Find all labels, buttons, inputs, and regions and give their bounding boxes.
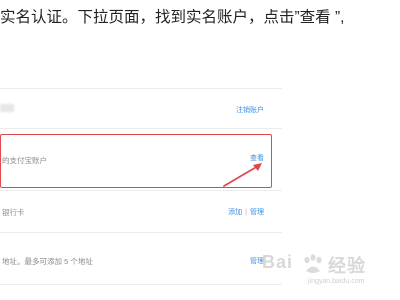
- account-settings-panel: 注销账户 的支付宝账户 查看 银行卡 添加 | 管理 地址。最多可添加 5 个地址 …: [0, 88, 290, 300]
- blurred-text: [0, 104, 14, 112]
- watermark-brand: Bai: [262, 252, 294, 272]
- row-title: 地址。最多可添加 5 个地址: [2, 257, 93, 266]
- row-divider: [0, 284, 282, 285]
- paw-logo-icon: [304, 254, 322, 273]
- pointer-arrow: [223, 163, 262, 187]
- row-divider: [0, 232, 282, 233]
- bank-card-actions: 添加 | 管理: [228, 207, 264, 217]
- row-divider: [0, 190, 282, 191]
- row-title: 银行卡: [2, 208, 25, 217]
- manage-bank-card-link[interactable]: 管理: [250, 209, 264, 216]
- cancel-account-link[interactable]: 注销账户: [236, 105, 264, 115]
- settings-row-address: 地址。最多可添加 5 个地址 管理: [0, 238, 282, 278]
- add-bank-card-link[interactable]: 添加: [228, 209, 242, 216]
- row-divider: [0, 128, 282, 129]
- watermark-url: jingyan.baidu.com: [308, 278, 365, 285]
- settings-row-bank-card: 银行卡 添加 | 管理: [0, 194, 282, 234]
- baidu-jingyan-watermark: Bai 经验 jingyan.baidu.com: [262, 250, 396, 294]
- watermark-brand-suffix: 经验: [328, 256, 366, 276]
- instruction-text: 实名认证。下拉页面，找到实名账户，点击”查看 ”,: [0, 9, 345, 26]
- settings-row-account: 注销账户: [0, 88, 282, 128]
- action-separator: |: [245, 209, 247, 216]
